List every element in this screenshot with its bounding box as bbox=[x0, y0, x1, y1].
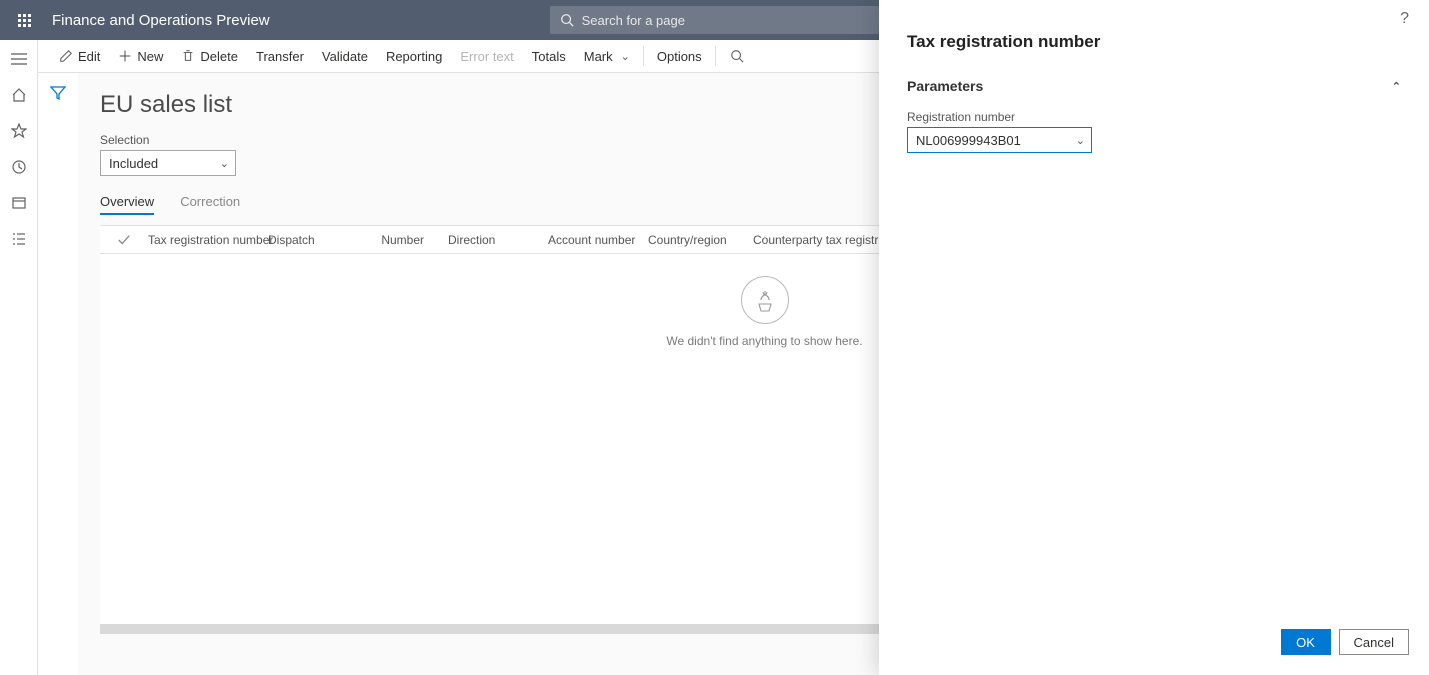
cancel-button[interactable]: Cancel bbox=[1339, 629, 1409, 655]
search-icon bbox=[730, 49, 744, 63]
options-action[interactable]: Options bbox=[648, 40, 711, 73]
chevron-down-icon: ⌄ bbox=[1076, 134, 1085, 147]
mark-label: Mark bbox=[584, 49, 613, 64]
check-icon bbox=[117, 233, 131, 247]
empty-text: We didn't find anything to show here. bbox=[666, 334, 862, 348]
transfer-action[interactable]: Transfer bbox=[247, 40, 313, 73]
delete-action[interactable]: Delete bbox=[172, 40, 247, 73]
search-wrap: Search for a page bbox=[550, 6, 905, 34]
mark-action[interactable]: Mark ⌄ bbox=[575, 40, 639, 73]
app-launcher-button[interactable] bbox=[8, 0, 40, 40]
parameters-section-header[interactable]: Parameters ⌃ bbox=[879, 64, 1429, 100]
selection-value: Included bbox=[109, 156, 158, 171]
registration-field: Registration number NL006999943B01 ⌄ bbox=[879, 100, 1429, 153]
tab-correction[interactable]: Correction bbox=[180, 194, 240, 215]
reporting-label: Reporting bbox=[386, 49, 442, 64]
plus-icon bbox=[118, 49, 132, 63]
validate-label: Validate bbox=[322, 49, 368, 64]
workspace-icon[interactable] bbox=[10, 194, 28, 212]
error-text-action: Error text bbox=[451, 40, 522, 73]
edit-action[interactable]: Edit bbox=[50, 40, 109, 73]
selection-dropdown[interactable]: Included ⌄ bbox=[100, 150, 236, 176]
help-button[interactable]: ? bbox=[1400, 10, 1409, 28]
hamburger-icon[interactable] bbox=[10, 50, 28, 68]
trash-icon bbox=[181, 49, 195, 63]
totals-action[interactable]: Totals bbox=[523, 40, 575, 73]
filter-icon[interactable] bbox=[50, 85, 66, 101]
pencil-icon bbox=[59, 49, 73, 63]
col-number[interactable]: Number bbox=[366, 233, 436, 247]
select-all-checkbox[interactable] bbox=[112, 233, 136, 247]
col-dispatch[interactable]: Dispatch bbox=[256, 233, 366, 247]
global-search[interactable]: Search for a page bbox=[550, 6, 905, 34]
star-icon[interactable] bbox=[10, 122, 28, 140]
clock-icon[interactable] bbox=[10, 158, 28, 176]
reporting-action[interactable]: Reporting bbox=[377, 40, 451, 73]
registration-dropdown[interactable]: NL006999943B01 ⌄ bbox=[907, 127, 1092, 153]
filter-rail bbox=[38, 73, 78, 675]
col-tax-reg[interactable]: Tax registration number bbox=[136, 233, 256, 247]
empty-plant-icon bbox=[741, 276, 789, 324]
chevron-down-icon: ⌄ bbox=[220, 157, 229, 170]
left-nav-rail bbox=[0, 40, 38, 675]
totals-label: Totals bbox=[532, 49, 566, 64]
tax-registration-dialog: ? Tax registration number Parameters ⌃ R… bbox=[879, 0, 1429, 675]
separator bbox=[643, 46, 644, 66]
chevron-up-icon: ⌃ bbox=[1392, 80, 1401, 93]
col-account[interactable]: Account number bbox=[536, 233, 636, 247]
registration-value: NL006999943B01 bbox=[916, 133, 1021, 148]
dialog-title: Tax registration number bbox=[879, 0, 1429, 64]
search-icon bbox=[560, 13, 574, 27]
options-label: Options bbox=[657, 49, 702, 64]
new-action[interactable]: New bbox=[109, 40, 172, 73]
validate-action[interactable]: Validate bbox=[313, 40, 377, 73]
tab-overview[interactable]: Overview bbox=[100, 194, 154, 215]
app-title: Finance and Operations Preview bbox=[52, 12, 270, 29]
col-country[interactable]: Country/region bbox=[636, 233, 741, 247]
delete-label: Delete bbox=[200, 49, 238, 64]
registration-label: Registration number bbox=[907, 110, 1429, 124]
chevron-down-icon: ⌄ bbox=[621, 50, 630, 63]
new-label: New bbox=[137, 49, 163, 64]
dialog-footer: OK Cancel bbox=[1281, 629, 1409, 655]
edit-label: Edit bbox=[78, 49, 100, 64]
search-placeholder: Search for a page bbox=[582, 13, 685, 28]
ok-button[interactable]: OK bbox=[1281, 629, 1331, 655]
waffle-icon bbox=[18, 14, 31, 27]
col-direction[interactable]: Direction bbox=[436, 233, 536, 247]
transfer-label: Transfer bbox=[256, 49, 304, 64]
home-icon[interactable] bbox=[10, 86, 28, 104]
section-title: Parameters bbox=[907, 78, 983, 94]
page-search-action[interactable] bbox=[720, 40, 754, 73]
error-text-label: Error text bbox=[460, 49, 513, 64]
modules-icon[interactable] bbox=[10, 230, 28, 248]
separator bbox=[715, 46, 716, 66]
